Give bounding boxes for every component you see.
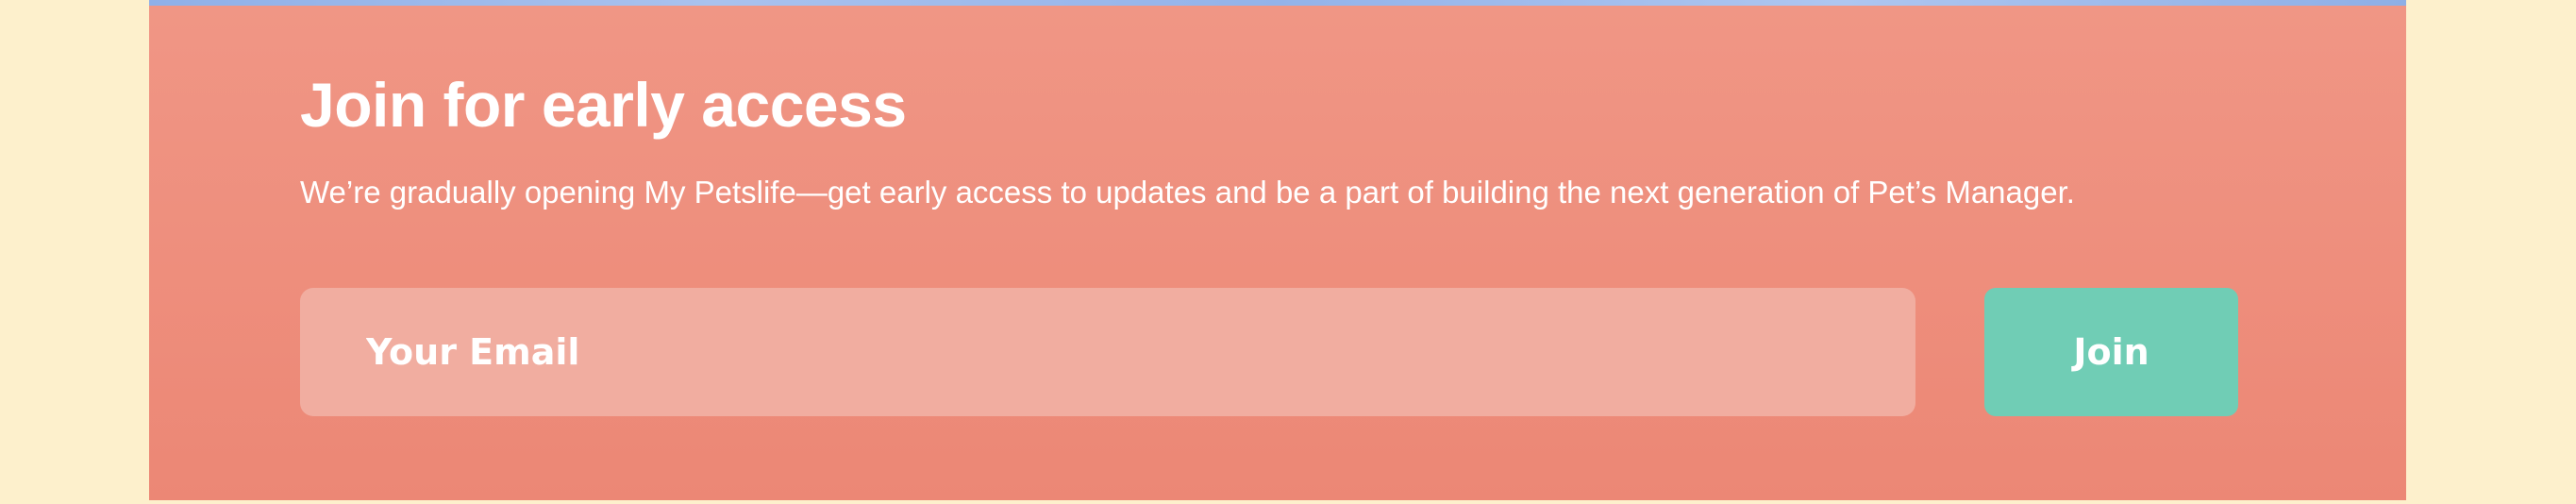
email-input[interactable] bbox=[300, 288, 1915, 416]
signup-title: Join for early access bbox=[300, 70, 907, 140]
signup-form: Join bbox=[300, 288, 2238, 416]
early-access-signup-section: Join for early access We’re gradually op… bbox=[149, 6, 2406, 500]
join-button[interactable]: Join bbox=[1984, 288, 2238, 416]
page: Join for early access We’re gradually op… bbox=[0, 0, 2576, 504]
signup-subtitle: We’re gradually opening My Petslife—get … bbox=[300, 175, 2075, 210]
